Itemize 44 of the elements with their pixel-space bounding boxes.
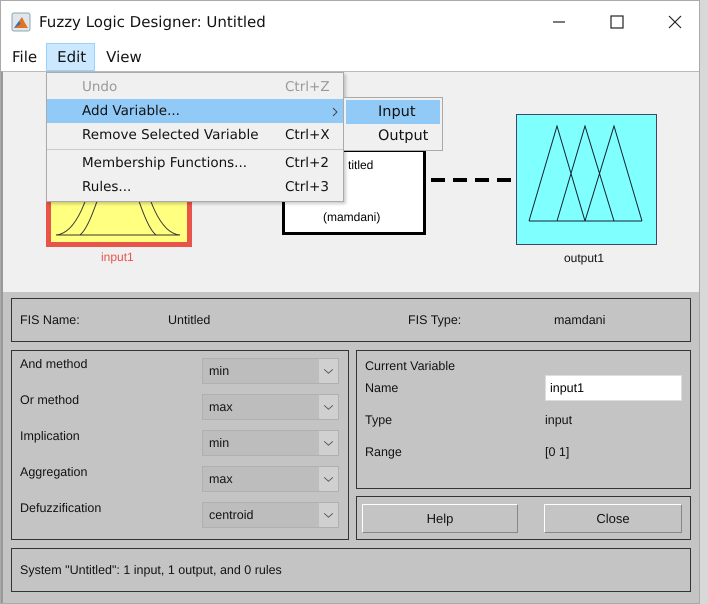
chevron-down-icon (323, 512, 334, 518)
field-label: Name (365, 381, 400, 395)
name-field[interactable]: input1 (545, 375, 682, 401)
menu-item[interactable]: Membership Functions... Ctrl+2 (47, 149, 343, 175)
node-label: input1 (101, 250, 134, 264)
field-label: Implication (20, 429, 80, 443)
window-title: Fuzzy Logic Designer: Untitled (39, 13, 266, 31)
field-label: Aggregation (20, 465, 88, 479)
status-text: System "Untitled": 1 input, 1 output, and 0 rules (20, 563, 282, 577)
dialog-button[interactable]: Close (544, 504, 682, 532)
chevron-down-icon (323, 440, 334, 446)
menu-item[interactable]: Input (346, 100, 440, 124)
dropdown[interactable]: max (202, 466, 339, 492)
field-value: [0 1] (545, 445, 570, 459)
menu-item[interactable]: Add Variable... (47, 99, 343, 123)
node-label: output1 (564, 251, 604, 265)
chevron-down-icon (323, 476, 334, 482)
field-label: And method (20, 357, 88, 371)
field-value: input (545, 413, 572, 427)
field-label: Defuzzification (20, 501, 102, 515)
field-label: Range (365, 445, 403, 459)
dialog-button[interactable]: Help (362, 504, 518, 532)
menu-item[interactable]: Output (346, 124, 440, 148)
panel-title: Current Variable (365, 359, 456, 373)
field-label: FIS Type: (408, 313, 462, 327)
menu-item[interactable]: View (95, 43, 151, 71)
node-label: titled (348, 158, 374, 172)
node-label: (mamdani) (323, 210, 380, 224)
menu-item[interactable]: File (1, 43, 46, 71)
field-label: Type (365, 413, 394, 427)
menu-item[interactable]: Edit (46, 43, 96, 71)
dropdown[interactable]: min (202, 358, 339, 384)
menu-item[interactable]: Remove Selected Variable Ctrl+X (47, 123, 343, 147)
chevron-down-icon (323, 404, 334, 410)
app-logo-icon (11, 12, 31, 32)
dropdown[interactable]: centroid (202, 502, 339, 528)
fis-name-value: Untitled (168, 313, 212, 327)
dropdown[interactable]: min (202, 430, 339, 456)
chevron-down-icon (323, 368, 334, 374)
field-label: FIS Name: (20, 313, 81, 327)
dropdown[interactable]: max (202, 394, 339, 420)
output-node[interactable] (516, 114, 657, 245)
field-label: Or method (20, 393, 80, 407)
fis-type-value: mamdani (554, 313, 606, 327)
